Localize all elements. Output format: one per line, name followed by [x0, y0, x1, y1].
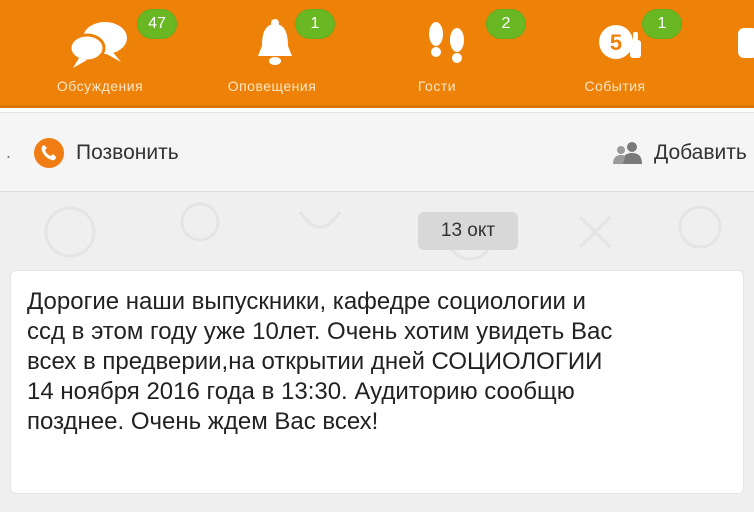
call-button[interactable]: Позвонить: [34, 135, 179, 171]
truncated-text: .: [6, 142, 12, 162]
nav-item-more[interactable]: М: [724, 0, 754, 105]
bell-icon: [258, 19, 292, 65]
nav-label: Обсуждения: [56, 78, 144, 94]
message-bubble: Дорогие наши выпускники, кафедре социоло…: [10, 270, 744, 494]
call-label: Позвонить: [76, 141, 179, 164]
nav-label: Гости: [417, 78, 457, 94]
add-people-icon: [613, 142, 642, 164]
more-icon: [738, 28, 754, 58]
chat-area: 13 окт Дорогие наши выпускники, кафедре …: [0, 192, 754, 512]
nav-label: Оповещения: [227, 78, 317, 94]
date-separator: 13 окт: [418, 212, 518, 250]
message-text: Дорогие наши выпускники, кафедре социоло…: [27, 288, 613, 435]
nav-item-guests[interactable]: Гости 2: [362, 0, 526, 105]
add-participants-button[interactable]: Добавить: [612, 135, 747, 171]
nav-label: События: [584, 78, 646, 94]
speech-bubbles-icon: [68, 22, 127, 68]
nav-item-notifications[interactable]: Оповещения 1: [197, 0, 347, 105]
events-icon-digit: 5: [610, 30, 622, 55]
phone-icon: [34, 138, 64, 168]
chat-action-bar: . Позвонить Добавить: [0, 112, 754, 192]
notification-badge: 1: [642, 9, 682, 39]
notification-badge: 2: [486, 9, 526, 39]
notification-badge: 47: [137, 9, 177, 39]
add-label: Добавить: [654, 141, 747, 164]
nav-item-events[interactable]: 5 События 1: [540, 0, 690, 105]
five-plus-icon: 5: [599, 25, 641, 59]
top-navigation-bar: Обсуждения 47 Оповещения 1 Гости 2 5 Соб: [0, 0, 754, 108]
nav-item-discussions[interactable]: Обсуждения 47: [25, 0, 177, 105]
notification-badge: 1: [295, 9, 335, 39]
footprints-icon: [429, 22, 464, 63]
